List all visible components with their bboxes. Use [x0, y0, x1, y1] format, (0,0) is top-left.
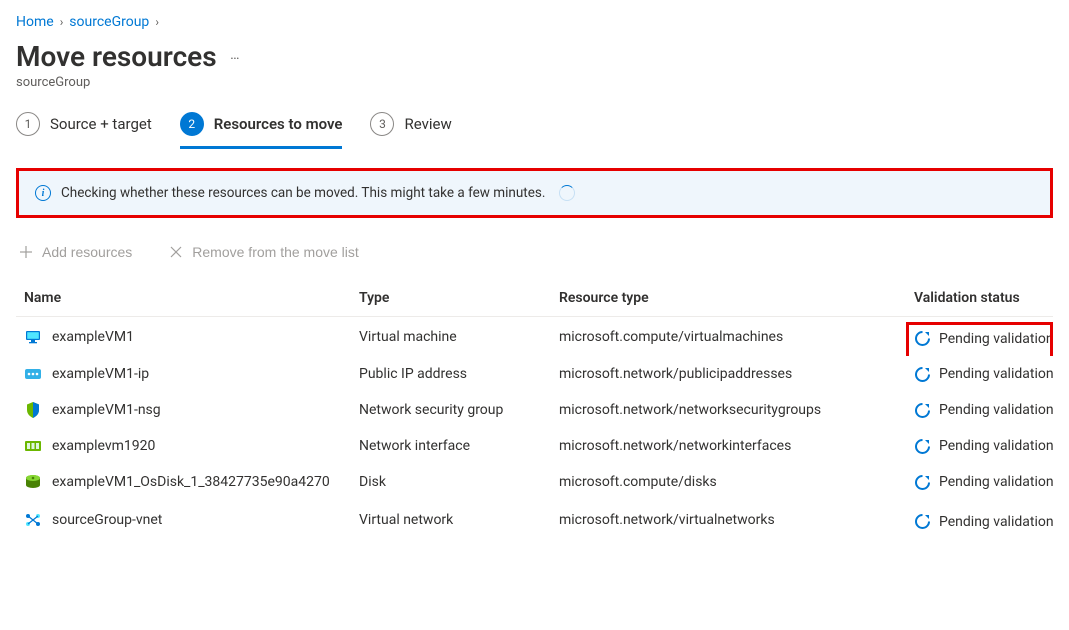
vm-resource-icon: [24, 328, 42, 346]
column-header-name[interactable]: Name: [16, 280, 351, 317]
resource-name: exampleVM1_OsDisk_1_38427735e90a4270: [52, 474, 330, 490]
stepper: 1 Source + target 2 Resources to move 3 …: [16, 112, 1053, 150]
resource-name: examplevm1920: [52, 438, 155, 454]
column-header-type[interactable]: Type: [351, 280, 551, 317]
info-banner-text: Checking whether these resources can be …: [61, 185, 545, 201]
x-icon: [168, 244, 184, 260]
resource-type-id: microsoft.network/virtualnetworks: [551, 500, 906, 539]
disk-resource-icon: [24, 473, 42, 491]
page-subtitle: sourceGroup: [16, 75, 1053, 90]
resource-type-id: microsoft.compute/disks: [551, 464, 906, 500]
validation-status-text: Pending validation: [939, 438, 1053, 454]
more-actions-icon[interactable]: …: [230, 47, 239, 63]
validation-status-text: Pending validation: [939, 514, 1053, 530]
resource-type-friendly: Public IP address: [351, 356, 551, 392]
resource-type-id: microsoft.network/networkinterfaces: [551, 428, 906, 464]
spinner-icon: [559, 185, 575, 201]
resource-type-id: microsoft.network/networksecuritygroups: [551, 392, 906, 428]
resource-type-friendly: Virtual machine: [351, 317, 551, 357]
resource-name: exampleVM1-ip: [52, 366, 149, 382]
sync-icon: [914, 402, 931, 419]
table-row[interactable]: examplevm1920 Network interfacemicrosoft.…: [16, 428, 1053, 464]
resource-type-friendly: Network interface: [351, 428, 551, 464]
step-resources-to-move[interactable]: 2 Resources to move: [180, 112, 343, 149]
info-banner-highlight: i Checking whether these resources can b…: [16, 168, 1053, 218]
resource-type-friendly: Disk: [351, 464, 551, 500]
table-row[interactable]: exampleVM1 Virtual machinemicrosoft.compu…: [16, 317, 1053, 357]
info-icon: i: [35, 185, 51, 201]
vnet-resource-icon: [24, 511, 42, 529]
add-resources-button[interactable]: Add resources: [18, 242, 132, 262]
step-label-3: Review: [404, 115, 451, 133]
sync-icon: [914, 366, 931, 383]
step-badge-2: 2: [180, 112, 204, 136]
breadcrumb-home-link[interactable]: Home: [16, 14, 54, 30]
sync-icon: [914, 438, 931, 455]
table-row[interactable]: exampleVM1_OsDisk_1_38427735e90a4270 Disk…: [16, 464, 1053, 500]
table-row[interactable]: exampleVM1-nsg Network security groupmicr…: [16, 392, 1053, 428]
resource-name: sourceGroup-vnet: [52, 512, 162, 528]
resources-table: Name Type Resource type Validation statu…: [16, 280, 1053, 539]
chevron-right-icon: ›: [60, 15, 64, 29]
sync-icon: [914, 330, 931, 347]
page-title: Move resources: [16, 40, 217, 73]
column-header-validation-status[interactable]: Validation status: [906, 280, 1053, 317]
resource-type-friendly: Virtual network: [351, 500, 551, 539]
toolbar: Add resources Remove from the move list: [16, 236, 1053, 280]
breadcrumb-source-link[interactable]: sourceGroup: [69, 14, 149, 30]
step-label-1: Source + target: [50, 115, 152, 133]
step-badge-3: 3: [370, 112, 394, 136]
sync-icon: [914, 513, 931, 530]
validation-status-text: Pending validation: [939, 402, 1053, 418]
info-banner: i Checking whether these resources can b…: [19, 171, 1050, 215]
plus-icon: [18, 244, 34, 260]
chevron-right-icon: ›: [155, 15, 159, 29]
resource-name: exampleVM1-nsg: [52, 402, 161, 418]
resource-type-id: microsoft.network/publicipaddresses: [551, 356, 906, 392]
resource-type-friendly: Network security group: [351, 392, 551, 428]
table-row[interactable]: exampleVM1-ip Public IP addressmicrosoft.…: [16, 356, 1053, 392]
validation-status-text: Pending validation: [939, 474, 1053, 490]
step-badge-1: 1: [16, 112, 40, 136]
step-source-target[interactable]: 1 Source + target: [16, 112, 152, 149]
sync-icon: [914, 474, 931, 491]
resource-type-id: microsoft.compute/virtualmachines: [551, 317, 906, 357]
breadcrumb: Home › sourceGroup ›: [16, 14, 1053, 30]
column-header-resource-type[interactable]: Resource type: [551, 280, 906, 317]
table-row[interactable]: sourceGroup-vnet Virtual networkmicrosoft…: [16, 500, 1053, 539]
add-resources-label: Add resources: [42, 244, 132, 260]
nic-resource-icon: [24, 437, 42, 455]
remove-from-list-label: Remove from the move list: [192, 244, 359, 260]
resource-name: exampleVM1: [52, 329, 134, 345]
step-review[interactable]: 3 Review: [370, 112, 451, 149]
remove-from-list-button[interactable]: Remove from the move list: [168, 242, 359, 262]
validation-status-text: Pending validation: [939, 331, 1053, 347]
nsg-resource-icon: [24, 401, 42, 419]
ip-resource-icon: [24, 365, 42, 383]
step-label-2: Resources to move: [214, 115, 343, 133]
validation-status-text: Pending validation: [939, 366, 1053, 382]
table-header-row: Name Type Resource type Validation statu…: [16, 280, 1053, 317]
